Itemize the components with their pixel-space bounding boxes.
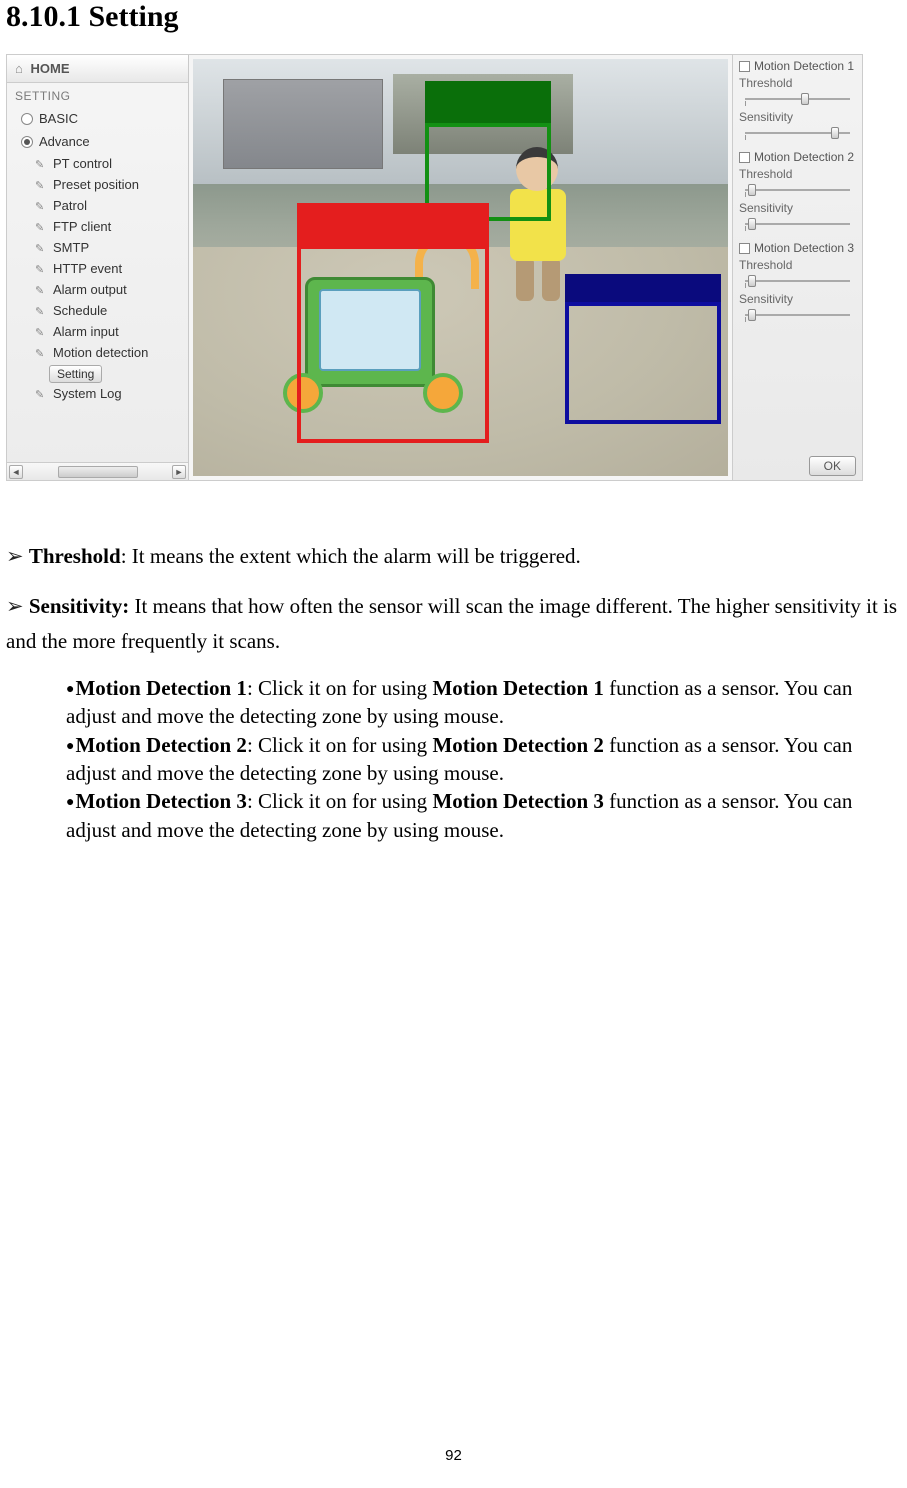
sidebar-item-patrol[interactable]: ✎ Patrol [7, 195, 188, 216]
list-item: Motion Detection 1: Click it on for usin… [66, 674, 899, 731]
md-head: Motion Detection 2 [75, 733, 246, 757]
ok-button[interactable]: OK [809, 456, 856, 476]
sensitivity-label: Sensitivity [739, 201, 856, 215]
video-preview [189, 55, 732, 480]
sidebar-item-motion[interactable]: ✎ Motion detection [7, 342, 188, 363]
group-title: Motion Detection 1 [754, 59, 854, 73]
md-head: Motion Detection 3 [75, 789, 246, 813]
page-icon: ✎ [35, 347, 47, 359]
sidebar-item-label: BASIC [39, 111, 78, 126]
sidebar-home[interactable]: HOME [7, 55, 188, 83]
sidebar-item-label: PT control [53, 156, 112, 171]
motion-detection-3-group: Motion Detection 3 Threshold Sensitivity [739, 241, 856, 326]
list-item: Motion Detection 3: Click it on for usin… [66, 787, 899, 844]
page-icon: ✎ [35, 179, 47, 191]
threshold-label: Threshold [739, 167, 856, 181]
page-icon: ✎ [35, 200, 47, 212]
sidebar-home-label: HOME [30, 61, 69, 76]
sensitivity-slider[interactable] [739, 308, 856, 322]
motion-detection-1-group: Motion Detection 1 Threshold Sensitivity [739, 59, 856, 144]
zone-title-green[interactable] [425, 81, 551, 123]
sidebar-item-label: Alarm input [53, 324, 119, 339]
sidebar-item-systemlog[interactable]: ✎ System Log [7, 383, 188, 404]
sidebar-item-schedule[interactable]: ✎ Schedule [7, 300, 188, 321]
md-head: Motion Detection 1 [75, 676, 246, 700]
sensitivity-term: Sensitivity: [29, 594, 129, 618]
body-text: Threshold: It means the extent which the… [0, 481, 907, 844]
sidebar-section-label: SETTING [7, 83, 188, 107]
sidebar-item-http[interactable]: ✎ HTTP event [7, 258, 188, 279]
sensitivity-slider[interactable] [739, 126, 856, 140]
scroll-thumb[interactable] [58, 466, 138, 478]
detection-zone-blue[interactable] [565, 302, 721, 424]
threshold-label: Threshold [739, 258, 856, 272]
motion-detection-list: Motion Detection 1: Click it on for usin… [6, 674, 899, 844]
threshold-slider[interactable] [739, 92, 856, 106]
sidebar-item-label: Alarm output [53, 282, 127, 297]
sidebar-item-basic[interactable]: BASIC [7, 107, 188, 130]
page-icon: ✎ [35, 284, 47, 296]
scroll-left-icon[interactable]: ◄ [9, 465, 23, 479]
threshold-term: Threshold [29, 544, 121, 568]
page-icon: ✎ [35, 221, 47, 233]
checkbox-icon[interactable] [739, 152, 750, 163]
page-icon: ✎ [35, 158, 47, 170]
sidebar-item-alarmout[interactable]: ✎ Alarm output [7, 279, 188, 300]
checkbox-icon[interactable] [739, 243, 750, 254]
detection-zone-red[interactable] [297, 245, 489, 443]
sensitivity-slider[interactable] [739, 217, 856, 231]
threshold-paragraph: Threshold: It means the extent which the… [6, 539, 899, 575]
sidebar-item-ptcontrol[interactable]: ✎ PT control [7, 153, 188, 174]
sidebar-item-ftp[interactable]: ✎ FTP client [7, 216, 188, 237]
group-title: Motion Detection 2 [754, 150, 854, 164]
radio-icon [21, 136, 33, 148]
sidebar-item-label: Motion detection [53, 345, 148, 360]
page-icon: ✎ [35, 305, 47, 317]
sidebar: HOME SETTING BASIC Advance ✎ PT control ✎… [7, 55, 189, 480]
group-title: Motion Detection 3 [754, 241, 854, 255]
setting-button[interactable]: Setting [49, 365, 102, 383]
sidebar-item-label: Schedule [53, 303, 107, 318]
horizontal-scrollbar[interactable]: ◄ ► [7, 462, 188, 480]
sidebar-item-preset[interactable]: ✎ Preset position [7, 174, 188, 195]
sensitivity-paragraph: Sensitivity: It means that how often the… [6, 589, 899, 660]
zone-title-red[interactable] [297, 203, 489, 245]
page-icon: ✎ [35, 263, 47, 275]
threshold-label: Threshold [739, 76, 856, 90]
sidebar-item-label: HTTP event [53, 261, 122, 276]
motion-detection-2-group: Motion Detection 2 Threshold Sensitivity [739, 150, 856, 235]
sensitivity-label: Sensitivity [739, 292, 856, 306]
page-icon: ✎ [35, 326, 47, 338]
scroll-right-icon[interactable]: ► [172, 465, 186, 479]
sidebar-item-label: Preset position [53, 177, 139, 192]
sensitivity-text: It means that how often the sensor will … [6, 594, 897, 654]
page-number: 92 [0, 1447, 907, 1464]
zone-title-blue[interactable] [565, 274, 721, 302]
page-icon: ✎ [35, 242, 47, 254]
threshold-slider[interactable] [739, 274, 856, 288]
sidebar-item-label: Advance [39, 134, 90, 149]
threshold-text: : It means the extent which the alarm wi… [121, 544, 581, 568]
sidebar-item-label: FTP client [53, 219, 111, 234]
threshold-slider[interactable] [739, 183, 856, 197]
checkbox-icon[interactable] [739, 61, 750, 72]
sidebar-item-label: SMTP [53, 240, 89, 255]
sensitivity-label: Sensitivity [739, 110, 856, 124]
sidebar-item-smtp[interactable]: ✎ SMTP [7, 237, 188, 258]
app-screenshot: HOME SETTING BASIC Advance ✎ PT control ✎… [6, 54, 863, 481]
radio-icon [21, 113, 33, 125]
list-item: Motion Detection 2: Click it on for usin… [66, 731, 899, 788]
page-icon: ✎ [35, 388, 47, 400]
video-frame[interactable] [193, 59, 728, 476]
sidebar-item-label: Patrol [53, 198, 87, 213]
sidebar-item-label: System Log [53, 386, 122, 401]
sidebar-item-alarmin[interactable]: ✎ Alarm input [7, 321, 188, 342]
settings-panel: Motion Detection 1 Threshold Sensitivity… [732, 55, 862, 480]
page-title: 8.10.1 Setting [0, 0, 907, 34]
sidebar-item-advance[interactable]: Advance [7, 130, 188, 153]
